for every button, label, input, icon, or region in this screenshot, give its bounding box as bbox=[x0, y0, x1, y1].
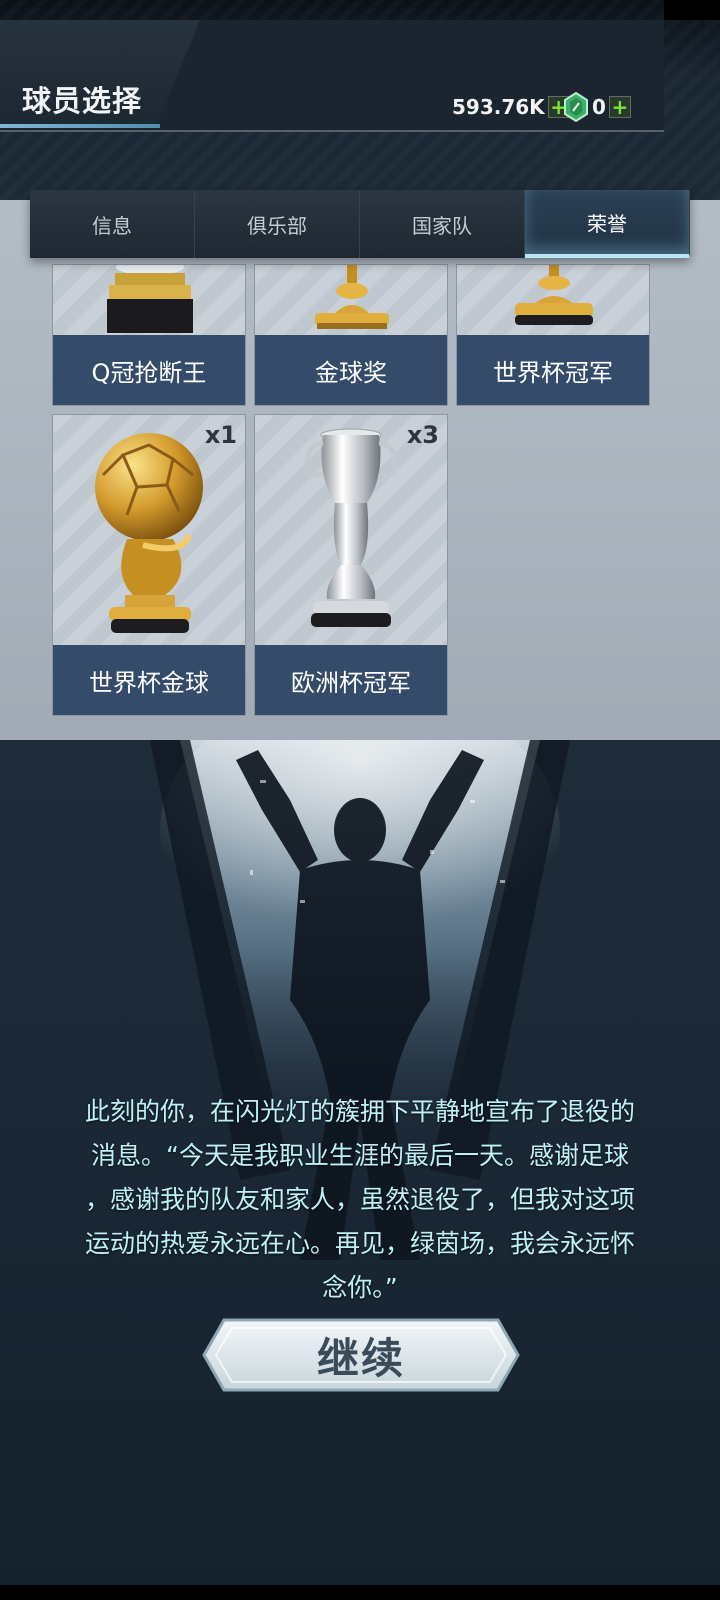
honor-label: Q冠抢断王 bbox=[53, 335, 245, 405]
coins-display: 593.76K + bbox=[452, 94, 570, 120]
honor-card[interactable]: x1 世界杯金球 bbox=[52, 414, 246, 716]
gems-display: 0 + bbox=[564, 92, 631, 122]
silver-cup-icon bbox=[304, 428, 398, 627]
honor-label: 世界杯冠军 bbox=[457, 335, 649, 405]
story-line: ，感谢我的队友和家人，虽然退役了，但我对这项 bbox=[84, 1185, 635, 1214]
trophy-black-base-icon bbox=[107, 265, 193, 333]
gold-cup-icon bbox=[315, 265, 389, 329]
honor-card[interactable]: x3 欧洲杯冠军 bbox=[254, 414, 448, 716]
golden-ball-trophy-icon bbox=[95, 433, 203, 633]
coins-value: 593.76K bbox=[452, 95, 545, 119]
tab-national-team[interactable]: 国家队 bbox=[360, 190, 525, 258]
honor-count: x3 bbox=[406, 421, 439, 449]
story-line: 此刻的你，在闪光灯的簇拥下平静地宣布了退役的 bbox=[84, 1097, 635, 1126]
gold-cup-icon bbox=[515, 265, 593, 325]
system-nav-bar bbox=[0, 1585, 720, 1600]
tab-info[interactable]: 信息 bbox=[30, 190, 195, 258]
honor-label: 欧洲杯冠军 bbox=[255, 645, 447, 715]
story-line: 运动的热爱永远在心。再见，绿茵场，我会永远怀 bbox=[84, 1229, 635, 1258]
tab-honors[interactable]: 荣誉 bbox=[525, 190, 690, 258]
story-line: 念你。” bbox=[322, 1273, 398, 1302]
add-gems-button[interactable]: + bbox=[608, 96, 631, 118]
status-area bbox=[664, 0, 720, 20]
honor-card[interactable]: 金球奖 bbox=[254, 264, 448, 406]
tab-club[interactable]: 俱乐部 bbox=[195, 190, 360, 258]
continue-label: 继续 bbox=[316, 1333, 405, 1383]
title-accent bbox=[0, 124, 160, 128]
story-line: 消息。“今天是我职业生涯的最后一天。感谢足球 bbox=[91, 1141, 629, 1170]
honor-card[interactable]: Q冠抢断王 bbox=[52, 264, 246, 406]
gems-value: 0 bbox=[592, 95, 606, 119]
retirement-story: 此刻的你，在闪光灯的簇拥下平静地宣布了退役的 消息。“今天是我职业生涯的最后一天… bbox=[30, 1090, 690, 1310]
honor-label: 世界杯金球 bbox=[53, 645, 245, 715]
honor-label: 金球奖 bbox=[255, 335, 447, 405]
page-title: 球员选择 bbox=[22, 84, 143, 118]
tab-bar: 信息 俱乐部 国家队 荣誉 bbox=[30, 190, 690, 258]
gem-icon bbox=[564, 92, 588, 122]
honor-card[interactable]: 世界杯冠军 bbox=[456, 264, 650, 406]
continue-button[interactable]: 继续 bbox=[202, 1318, 520, 1392]
honor-count: x1 bbox=[204, 421, 237, 449]
